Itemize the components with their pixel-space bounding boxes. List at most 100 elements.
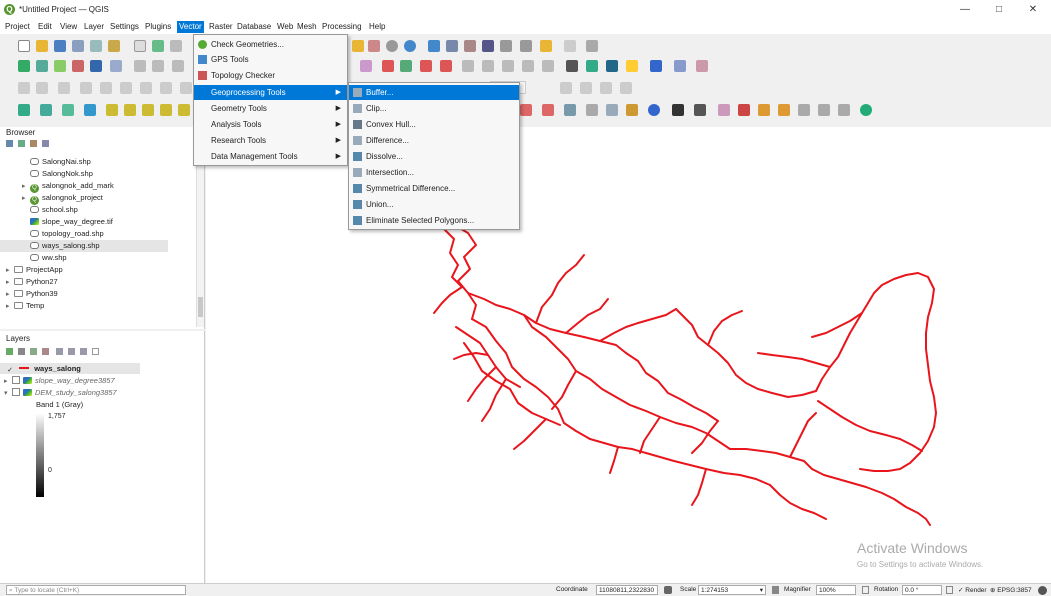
add-selected-icon[interactable] [18, 140, 25, 147]
menu-processing[interactable]: Processing [320, 21, 364, 33]
save-as-icon[interactable] [72, 40, 84, 52]
map-tips-icon[interactable] [540, 40, 552, 52]
tracing-icon[interactable] [580, 82, 592, 94]
magnifier-field[interactable]: 100% [816, 585, 856, 595]
add-vector-layer-icon[interactable] [36, 60, 48, 72]
checkbox-checked-icon[interactable]: ✓ [6, 367, 14, 375]
python-console-icon[interactable] [674, 60, 686, 72]
menu-web[interactable]: Web [275, 21, 295, 33]
measure-line-icon[interactable] [672, 104, 684, 116]
menu-item-data-management-tools[interactable]: Data Management Tools ▶ [194, 149, 347, 164]
menu-item-gps-tools[interactable]: GPS Tools [194, 52, 347, 67]
highlight-icon[interactable] [626, 60, 638, 72]
crs-button[interactable]: ⊕ EPSG:3857 [990, 586, 1032, 594]
rotate-icon[interactable] [180, 82, 192, 94]
new-spatialite-icon[interactable] [62, 104, 74, 116]
select-feature-icon[interactable] [520, 104, 532, 116]
menu-mesh[interactable]: Mesh [295, 21, 319, 33]
grid-icon[interactable] [818, 104, 830, 116]
add-spatialite-icon[interactable] [72, 60, 84, 72]
spin-icon[interactable] [946, 586, 953, 594]
new-shapefile-icon[interactable] [18, 104, 30, 116]
temporal-icon[interactable] [386, 40, 398, 52]
menu-view[interactable]: View [58, 21, 79, 33]
vertex-tool-icon[interactable] [36, 82, 48, 94]
measure-icon[interactable] [500, 40, 512, 52]
show-tips-icon[interactable] [718, 104, 730, 116]
menu-item-intersection[interactable]: Intersection... [349, 165, 519, 180]
menu-item-analysis-tools[interactable]: Analysis Tools ▶ [194, 117, 347, 132]
diagram-props-icon[interactable] [522, 60, 534, 72]
menu-item-convex-hull[interactable]: Convex Hull... [349, 117, 519, 132]
pan-to-selection-icon[interactable] [152, 40, 164, 52]
new-point-cloud-icon[interactable] [160, 104, 172, 116]
layer-item-slope[interactable]: ▸ slope_way_degree3857 [0, 375, 200, 386]
add-postgis-icon[interactable] [90, 60, 102, 72]
checkbox-icon[interactable] [12, 388, 20, 396]
split-icon[interactable] [140, 82, 152, 94]
settings-gear-icon[interactable] [464, 40, 476, 52]
text-tool-icon[interactable] [586, 40, 598, 52]
menu-database[interactable]: Database [235, 21, 273, 33]
print-layout-icon[interactable] [90, 40, 102, 52]
menu-settings[interactable]: Settings [108, 21, 141, 33]
label-rotate-icon[interactable] [440, 60, 452, 72]
new-temporary-layer-icon[interactable] [84, 104, 96, 116]
scrollbar-thumb[interactable] [198, 297, 203, 317]
refresh-icon[interactable] [404, 40, 416, 52]
maximize-button[interactable]: □ [982, 0, 1016, 20]
list-item[interactable]: topology_road.shp [0, 228, 195, 240]
list-item[interactable]: ▸ Qsalongnok_project [0, 192, 195, 205]
menu-raster[interactable]: Raster [207, 21, 235, 33]
list-item[interactable]: ▸ Temp [0, 300, 195, 312]
list-item[interactable]: ww.shp [0, 252, 195, 264]
pan-icon[interactable] [134, 40, 146, 52]
field-calculator-icon[interactable] [586, 104, 598, 116]
plugin-icon[interactable] [696, 60, 708, 72]
delete-ring-icon[interactable] [80, 82, 92, 94]
label-tool-icon[interactable] [360, 60, 372, 72]
style-manager-icon[interactable] [6, 348, 13, 355]
new-geopackage-icon[interactable] [40, 104, 52, 116]
layer-styling-icon[interactable] [178, 104, 190, 116]
map-canvas[interactable]: Activate Windows Go to Settings to activ… [206, 127, 1051, 583]
merge-icon[interactable] [160, 82, 172, 94]
list-item[interactable]: ▸ Python39 [0, 288, 195, 300]
quickmap-icon[interactable] [860, 104, 872, 116]
globe-icon[interactable] [606, 60, 618, 72]
menu-plugins[interactable]: Plugins [143, 21, 173, 33]
intersection-snap-icon[interactable] [600, 82, 612, 94]
label-show-icon[interactable] [400, 60, 412, 72]
menu-item-symmetrical-difference[interactable]: Symmetrical Difference... [349, 181, 519, 196]
copyright-icon[interactable] [758, 104, 770, 116]
data-source-manager-icon[interactable] [18, 60, 30, 72]
messages-icon[interactable] [1038, 586, 1047, 595]
menu-item-geoprocessing-tools[interactable]: Geoprocessing Tools ▶ [194, 85, 347, 100]
filter-legend-icon[interactable] [42, 348, 49, 355]
save-project-icon[interactable] [54, 40, 66, 52]
menu-item-clip[interactable]: Clip... [349, 101, 519, 116]
select-by-value-icon[interactable] [542, 104, 554, 116]
locate-search-input[interactable]: ⌕ Type to locate (Ctrl+K) [6, 585, 186, 595]
list-item[interactable]: school.shp [0, 204, 195, 216]
minimize-button[interactable]: — [948, 0, 982, 20]
label-move-icon[interactable] [420, 60, 432, 72]
list-item[interactable]: ▸ Python27 [0, 276, 195, 288]
zoom-last-icon[interactable] [352, 40, 364, 52]
menu-item-research-tools[interactable]: Research Tools ▶ [194, 133, 347, 148]
remove-layer-icon[interactable] [92, 348, 99, 355]
annotation-icon[interactable] [520, 40, 532, 52]
refresh-browser-icon[interactable] [6, 140, 13, 147]
layer-item-ways-salong[interactable]: ✓ ways_salong [0, 363, 140, 374]
new-mesh-layer-icon[interactable] [124, 104, 136, 116]
attribute-table-icon[interactable] [446, 40, 458, 52]
add-wms-icon[interactable] [110, 60, 122, 72]
diagram-icon[interactable] [482, 60, 494, 72]
offset-curve-icon[interactable] [120, 82, 132, 94]
list-item[interactable]: ways_salong.shp [0, 240, 168, 252]
menu-item-topology-checker[interactable]: Topology Checker [194, 68, 347, 83]
list-item[interactable]: ▸ ProjectApp [0, 264, 195, 276]
list-item[interactable]: ▸ Qsalongnok_add_mark [0, 180, 195, 193]
list-item[interactable]: SalongNok.shp [0, 168, 195, 180]
digitize-icon[interactable] [134, 60, 146, 72]
